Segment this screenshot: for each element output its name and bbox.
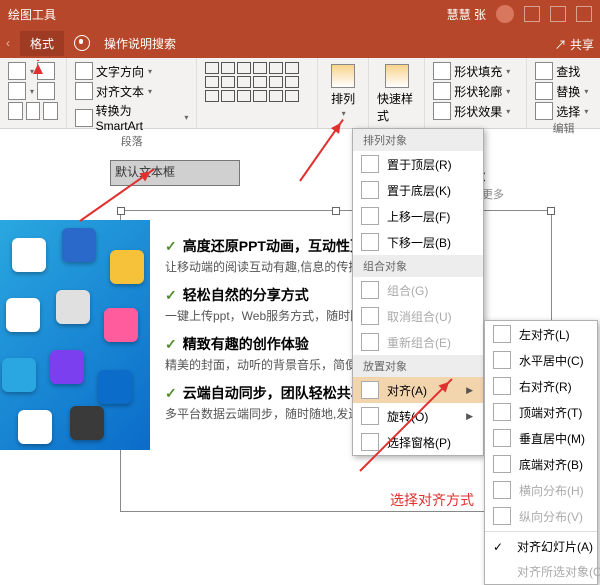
align-vmid-icon [493,429,511,447]
user-avatar[interactable] [496,5,514,23]
shape-effects-icon[interactable] [433,102,451,120]
annotation-label: 选择对齐方式 [390,490,474,510]
drawing-tools-label: 绘图工具 [8,6,56,23]
check-icon: ✓ [165,385,177,401]
align-right-icon[interactable] [43,102,58,120]
convert-smartart-button[interactable]: 转换为 SmartArt [96,102,181,133]
check-icon: ✓ [165,287,177,303]
minimize-icon[interactable] [550,6,566,22]
shape-fill-icon[interactable] [433,62,451,80]
align-hdist[interactable]: 横向分布(H) [485,477,597,503]
group-edit-label: 编辑 [535,120,592,136]
ribbon-options-icon[interactable] [524,6,540,22]
bring-front-icon [361,155,379,173]
arrange-menu: 排列对象 置于顶层(R) 置于底层(K) 上移一层(F) 下移一层(B) 组合对… [352,128,484,456]
align-right-icon [493,377,511,395]
select-button[interactable]: 选择 [556,103,580,120]
lightbulb-icon [74,35,90,51]
arrange-button[interactable]: 排列▾ [322,62,364,120]
menu-bring-front[interactable]: 置于顶层(R) [353,151,483,177]
tell-me-search[interactable]: 操作说明搜索 [104,35,176,52]
align-text-button[interactable]: 对齐文本 [96,83,144,100]
align-vdist[interactable]: 纵向分布(V) [485,503,597,529]
align-to-selection[interactable]: 对齐所选对象(O) [485,559,597,584]
selection-pane-icon [361,433,379,451]
align-hcenter[interactable]: 水平居中(C) [485,347,597,373]
menu-rotate[interactable]: 旋转(O)▶ [353,403,483,429]
menu-send-back[interactable]: 置于底层(K) [353,177,483,203]
share-button[interactable]: ↗ 共享 [555,36,594,53]
slide-image [0,220,150,450]
shapes-gallery[interactable] [205,62,309,102]
ribbon: ▾ ▾ 文字方向▾ 对齐文本▾ 转换为 SmartArt▾ 段落 排列▾ 快速样… [0,58,600,129]
send-backward-icon [361,233,379,251]
align-icon [361,381,379,399]
align-vmid[interactable]: 垂直居中(M) [485,425,597,451]
tab-prev-icon[interactable]: ‹ [6,36,10,50]
rotate-icon [361,407,379,425]
align-center-icon[interactable] [26,102,41,120]
align-right[interactable]: 右对齐(R) [485,373,597,399]
menu-regroup[interactable]: 重新组合(E) [353,329,483,355]
user-name: 慧慧 张 [447,6,486,23]
menu-header-group: 组合对象 [353,255,483,277]
align-top-icon [493,403,511,421]
align-bottom-icon [493,455,511,473]
tab-format[interactable]: 格式 [20,31,64,56]
text-direction-icon[interactable] [75,62,93,80]
menu-bring-forward[interactable]: 上移一层(F) [353,203,483,229]
ungroup-icon [361,307,379,325]
annotation-arrow [37,60,39,61]
menu-header-arrange: 排列对象 [353,129,483,151]
arrange-icon [331,64,355,88]
replace-icon[interactable] [535,82,553,100]
align-left-icon[interactable] [8,102,23,120]
bullets-icon[interactable] [8,62,26,80]
align-hcenter-icon [493,351,511,369]
group-icon [361,281,379,299]
menu-ungroup[interactable]: 取消组合(U) [353,303,483,329]
align-left-icon [493,325,511,343]
vdist-icon [493,507,511,525]
find-icon[interactable] [535,62,553,80]
select-icon[interactable] [535,102,553,120]
replace-button[interactable]: 替换 [556,83,580,100]
align-left[interactable]: 左对齐(L) [485,321,597,347]
menu-align[interactable]: 对齐(A)▶ [353,377,483,403]
check-icon: ✓ [165,336,177,352]
shape-fill-button[interactable]: 形状填充 [454,63,502,80]
align-bottom[interactable]: 底端对齐(B) [485,451,597,477]
quick-styles-button[interactable]: 快速样式▾ [373,62,420,137]
menu-selection-pane[interactable]: 选择窗格(P) [353,429,483,455]
shape-outline-icon[interactable] [433,82,451,100]
hdist-icon [493,481,511,499]
group-paragraph-label: 段落 [75,133,188,149]
find-button[interactable]: 查找 [556,63,580,80]
shape-outline-button[interactable]: 形状轮廓 [454,83,502,100]
bring-forward-icon [361,207,379,225]
indent-inc-icon[interactable] [37,82,55,100]
default-textbox-placeholder[interactable]: 默认文本框 [110,160,240,186]
align-top[interactable]: 顶端对齐(T) [485,399,597,425]
check-icon: ✓ [165,238,177,254]
menu-send-backward[interactable]: 下移一层(B) [353,229,483,255]
text-direction-button[interactable]: 文字方向 [96,63,144,80]
menu-header-position: 放置对象 [353,355,483,377]
align-text-icon[interactable] [75,82,93,100]
regroup-icon [361,333,379,351]
shape-effects-button[interactable]: 形状效果 [454,103,502,120]
send-back-icon [361,181,379,199]
quick-styles-icon [385,64,409,88]
align-submenu: 左对齐(L) 水平居中(C) 右对齐(R) 顶端对齐(T) 垂直居中(M) 底端… [484,320,598,585]
maximize-icon[interactable] [576,6,592,22]
align-to-slide[interactable]: ✓对齐幻灯片(A) [485,534,597,559]
smartart-icon[interactable] [75,109,93,127]
menu-group[interactable]: 组合(G) [353,277,483,303]
numbering-icon[interactable] [8,82,26,100]
